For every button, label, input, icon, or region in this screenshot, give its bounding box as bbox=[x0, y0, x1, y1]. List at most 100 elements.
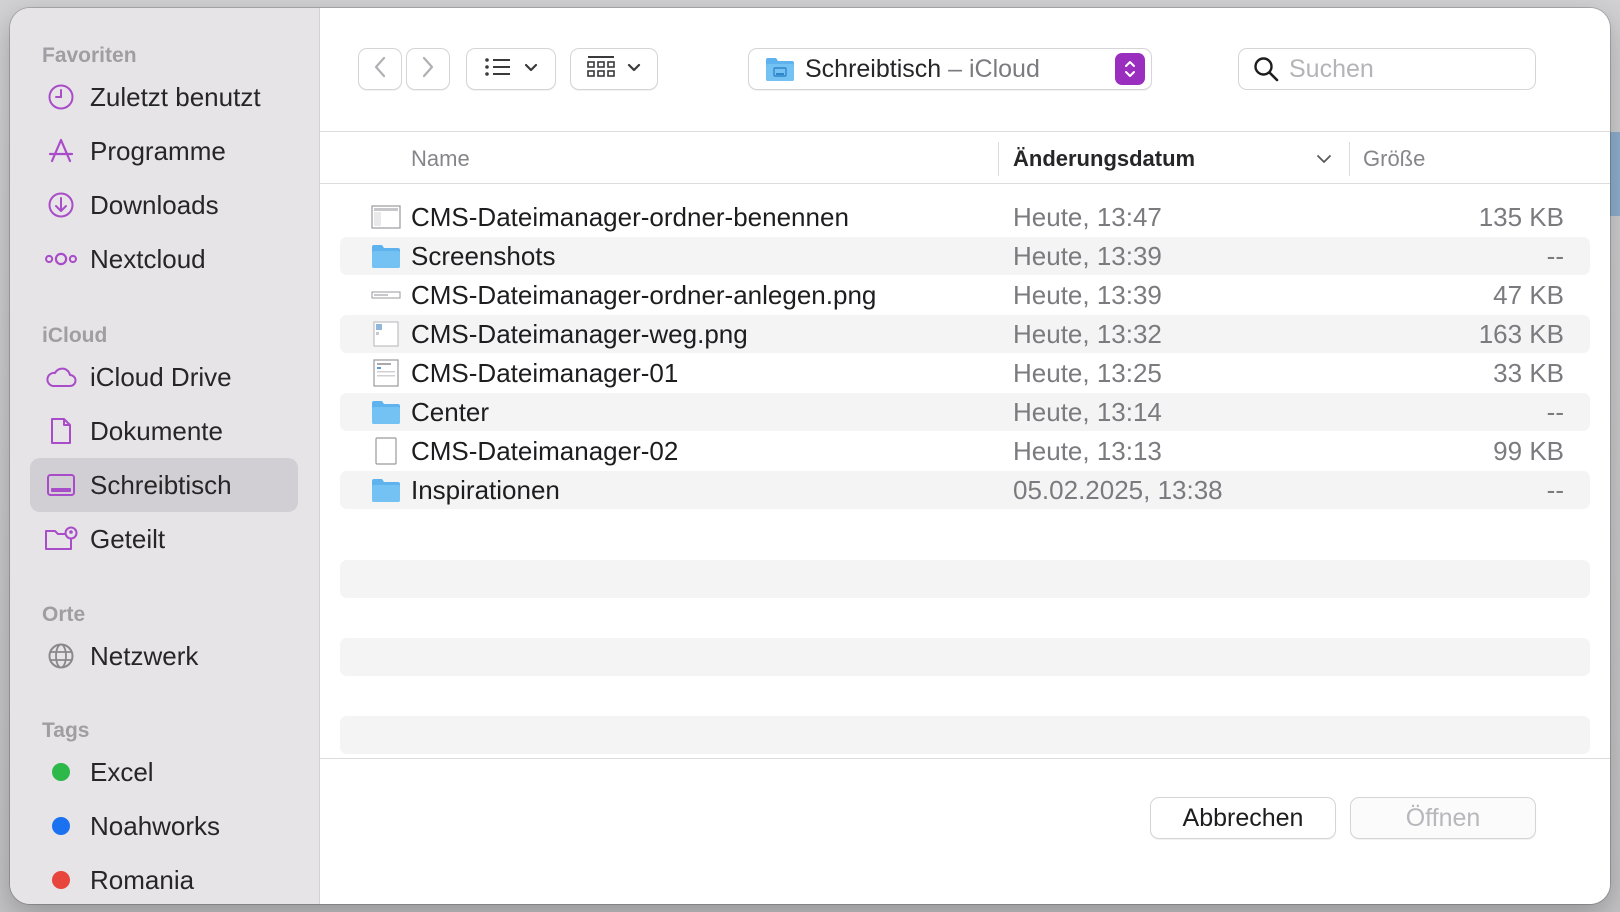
column-header: Name Änderungsdatum Größe bbox=[320, 132, 1610, 184]
file-size: 99 KB bbox=[1493, 436, 1564, 466]
desktop-icon bbox=[44, 468, 78, 502]
tag-color-dot-icon bbox=[44, 809, 78, 843]
sidebar-item-label: Schreibtisch bbox=[90, 469, 232, 500]
file-date: Heute, 13:13 bbox=[1013, 436, 1162, 466]
column-divider[interactable] bbox=[998, 142, 999, 176]
location-label: Schreibtisch – iCloud bbox=[805, 54, 1040, 83]
open-button[interactable]: Öffnen bbox=[1350, 797, 1536, 839]
file-size: 33 KB bbox=[1493, 358, 1564, 388]
folder-row[interactable]: Center Heute, 13:14 -- bbox=[340, 393, 1590, 431]
sidebar-tag-romania[interactable]: Romania bbox=[30, 853, 298, 904]
image-file-icon bbox=[370, 359, 402, 387]
clock-icon bbox=[44, 80, 78, 114]
file-name: Screenshots bbox=[411, 241, 556, 271]
image-file-icon bbox=[370, 281, 402, 309]
sidebar-item-label: Geteilt bbox=[90, 523, 166, 554]
sidebar-tag-noahworks[interactable]: Noahworks bbox=[30, 799, 298, 853]
folder-row[interactable]: Screenshots Heute, 13:39 -- bbox=[340, 237, 1590, 275]
sidebar-item-label: Noahworks bbox=[90, 810, 221, 841]
image-file-icon bbox=[370, 203, 402, 231]
sidebar: Favoriten Zuletzt benutzt Programme Down… bbox=[10, 8, 320, 904]
file-row[interactable]: CMS-Dateimanager-ordner-benennen Heute, … bbox=[340, 198, 1590, 236]
sidebar-section-icloud: iCloud bbox=[42, 324, 108, 347]
file-name: CMS-Dateimanager-01 bbox=[411, 358, 679, 388]
column-name[interactable]: Name bbox=[411, 146, 470, 172]
nextcloud-icon bbox=[44, 242, 78, 276]
sidebar-item-nextcloud[interactable]: Nextcloud bbox=[30, 232, 298, 286]
sidebar-item-label: Downloads bbox=[90, 189, 219, 220]
sidebar-item-label: Netzwerk bbox=[90, 640, 199, 671]
empty-list-row bbox=[340, 638, 1590, 676]
back-button[interactable] bbox=[358, 48, 402, 90]
chevron-down-icon bbox=[627, 60, 641, 78]
tag-color-dot-icon bbox=[44, 755, 78, 789]
column-size[interactable]: Größe bbox=[1363, 146, 1425, 172]
file-row[interactable]: CMS-Dateimanager-02 Heute, 13:13 99 KB bbox=[340, 432, 1590, 470]
column-date-modified[interactable]: Änderungsdatum bbox=[1013, 146, 1195, 172]
apps-icon bbox=[44, 134, 78, 168]
list-view-icon bbox=[484, 57, 512, 82]
file-name: Center bbox=[411, 397, 490, 427]
forward-button[interactable] bbox=[406, 48, 450, 90]
sidebar-item-network[interactable]: Netzwerk bbox=[30, 629, 298, 683]
dialog-footer: Abbrechen Öffnen bbox=[320, 758, 1610, 904]
folder-icon bbox=[370, 476, 402, 504]
sidebar-item-shared[interactable]: Geteilt bbox=[30, 512, 298, 566]
up-down-chevron-icon bbox=[1123, 58, 1137, 80]
file-name: Inspirationen bbox=[411, 475, 560, 505]
file-date: Heute, 13:25 bbox=[1013, 358, 1162, 388]
sidebar-item-label: Programme bbox=[90, 135, 226, 166]
file-row[interactable]: CMS-Dateimanager-ordner-anlegen.png Heut… bbox=[340, 276, 1590, 314]
file-date: 05.02.2025, 13:38 bbox=[1013, 475, 1223, 505]
globe-icon bbox=[44, 639, 78, 673]
view-mode-button[interactable] bbox=[466, 48, 556, 90]
sidebar-item-recents[interactable]: Zuletzt benutzt bbox=[30, 70, 298, 124]
sidebar-tag-excel[interactable]: Excel bbox=[30, 745, 298, 799]
sidebar-item-label: Zuletzt benutzt bbox=[90, 81, 261, 112]
file-date: Heute, 13:47 bbox=[1013, 202, 1162, 232]
image-file-icon bbox=[370, 320, 402, 348]
location-popup[interactable]: Schreibtisch – iCloud bbox=[748, 48, 1152, 90]
cancel-button[interactable]: Abbrechen bbox=[1150, 797, 1336, 839]
file-name: CMS-Dateimanager-ordner-benennen bbox=[411, 202, 849, 232]
folder-row[interactable]: Inspirationen 05.02.2025, 13:38 -- bbox=[340, 471, 1590, 509]
sidebar-item-documents[interactable]: Dokumente bbox=[30, 404, 298, 458]
download-icon bbox=[44, 188, 78, 222]
group-by-button[interactable] bbox=[570, 48, 658, 90]
file-row[interactable]: CMS-Dateimanager-01 Heute, 13:25 33 KB bbox=[340, 354, 1590, 392]
file-size: -- bbox=[1546, 241, 1564, 271]
sidebar-item-applications[interactable]: Programme bbox=[30, 124, 298, 178]
search-icon bbox=[1253, 56, 1279, 82]
location-stepper[interactable] bbox=[1115, 53, 1145, 85]
sort-chevron-down-icon[interactable] bbox=[1316, 154, 1332, 164]
file-date: Heute, 13:32 bbox=[1013, 319, 1162, 349]
toolbar: Schreibtisch – iCloud bbox=[320, 8, 1610, 132]
file-size: 47 KB bbox=[1493, 280, 1564, 310]
sidebar-item-icloud-drive[interactable]: iCloud Drive bbox=[30, 350, 298, 404]
cloud-icon bbox=[44, 360, 78, 394]
file-date: Heute, 13:39 bbox=[1013, 280, 1162, 310]
empty-list-row bbox=[340, 716, 1590, 754]
column-divider[interactable] bbox=[1349, 142, 1350, 176]
file-size: 135 KB bbox=[1478, 202, 1564, 232]
blank-document-icon bbox=[370, 437, 402, 465]
search-input[interactable] bbox=[1289, 54, 1519, 84]
sidebar-item-desktop[interactable]: Schreibtisch bbox=[30, 458, 298, 512]
sidebar-item-downloads[interactable]: Downloads bbox=[30, 178, 298, 232]
folder-icon bbox=[370, 242, 402, 270]
chevron-down-icon bbox=[524, 60, 538, 78]
file-size: -- bbox=[1546, 397, 1564, 427]
main-pane: Schreibtisch – iCloud Name Änderungsdatu… bbox=[320, 8, 1610, 904]
search-field[interactable] bbox=[1238, 48, 1536, 90]
empty-list-row bbox=[340, 560, 1590, 598]
file-name: CMS-Dateimanager-weg.png bbox=[411, 319, 748, 349]
sidebar-item-label: Excel bbox=[90, 756, 154, 787]
file-row[interactable]: CMS-Dateimanager-weg.png Heute, 13:32 16… bbox=[340, 315, 1590, 353]
folder-icon bbox=[370, 398, 402, 426]
tag-color-dot-icon bbox=[44, 863, 78, 897]
open-file-dialog: Favoriten Zuletzt benutzt Programme Down… bbox=[10, 8, 1610, 904]
shared-folder-icon bbox=[44, 522, 78, 556]
file-date: Heute, 13:14 bbox=[1013, 397, 1162, 427]
grid-group-icon bbox=[587, 55, 615, 84]
document-icon bbox=[44, 414, 78, 448]
